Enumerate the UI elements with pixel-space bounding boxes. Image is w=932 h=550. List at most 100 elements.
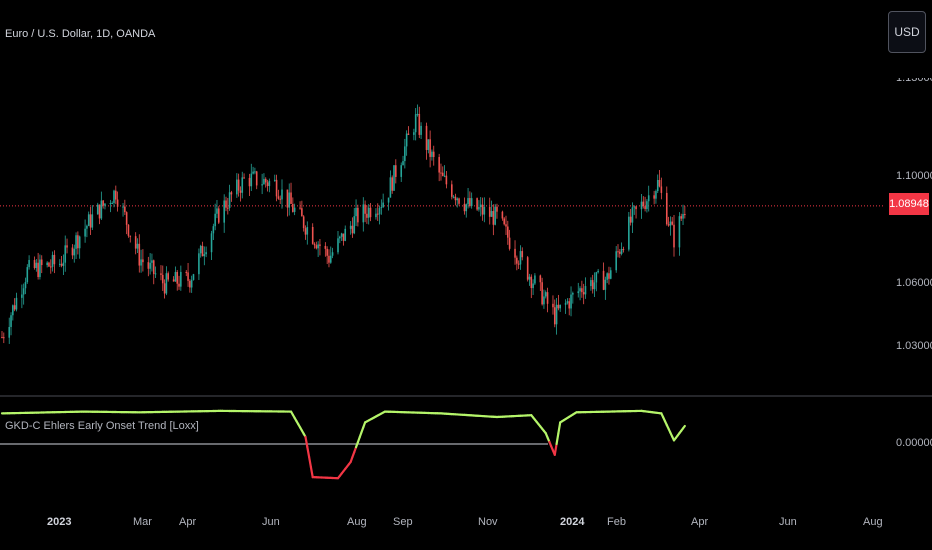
- candle-body: [59, 263, 61, 265]
- candle-body: [91, 214, 94, 228]
- candle-body: [432, 151, 435, 158]
- candle-body: [89, 214, 92, 228]
- candle-body: [541, 282, 543, 305]
- candle-body: [516, 257, 518, 264]
- candle-body: [261, 184, 263, 186]
- candle-body: [250, 173, 253, 187]
- candle-body: [609, 270, 612, 279]
- y-axis-tick-partial: 1.13000: [896, 78, 932, 84]
- candle-body: [136, 243, 139, 249]
- candle-body: [40, 259, 43, 266]
- currency-button[interactable]: USD: [888, 11, 926, 53]
- candle-body: [534, 275, 536, 284]
- candle-body: [331, 252, 334, 256]
- candle-body: [364, 204, 366, 214]
- candle-body: [51, 254, 54, 267]
- candle-body: [635, 206, 637, 210]
- candle-body: [109, 203, 112, 205]
- candle-body: [530, 276, 533, 289]
- candle-body: [633, 206, 636, 208]
- candle-body: [543, 296, 545, 305]
- candle-body: [393, 165, 395, 191]
- candle-body: [608, 273, 610, 279]
- candle-body: [1, 337, 3, 338]
- candle-body: [590, 280, 592, 287]
- candle-body: [180, 271, 182, 287]
- symbol-title[interactable]: Euro / U.S. Dollar, 1D, OANDA: [5, 28, 155, 40]
- candle-body: [324, 245, 327, 249]
- candle-body: [671, 221, 673, 225]
- candle-body: [185, 271, 188, 273]
- candle-body: [328, 255, 330, 263]
- candle-body: [237, 179, 240, 191]
- candle-body: [239, 190, 242, 193]
- candle-body: [187, 272, 189, 281]
- time-axis-label: Jun: [779, 516, 797, 528]
- indicator-title[interactable]: GKD-C Ehlers Early Onset Trend [Loxx]: [5, 420, 199, 432]
- candle-body: [438, 157, 440, 173]
- trend-line-segment: [307, 455, 313, 469]
- candle-body: [395, 165, 397, 177]
- candle-body: [28, 260, 30, 268]
- candle-body: [286, 189, 289, 208]
- candle-body: [263, 178, 265, 185]
- candle-body: [340, 233, 343, 237]
- y-axis-tick: 1.03000: [896, 340, 932, 352]
- candle-body: [476, 198, 478, 210]
- chart-canvas[interactable]: [0, 0, 932, 550]
- candle-body: [441, 172, 444, 176]
- candle-body: [581, 288, 583, 293]
- candle-body: [642, 201, 645, 207]
- candle-body: [205, 252, 207, 255]
- candle-body: [86, 225, 88, 229]
- candle-body: [673, 224, 675, 248]
- candle-body: [445, 175, 448, 185]
- candle-body: [570, 294, 572, 309]
- candle-body: [559, 304, 561, 309]
- candle-body: [555, 304, 558, 325]
- candle-body: [667, 224, 670, 226]
- last-price-tag: 1.08948: [889, 193, 929, 215]
- time-axis-label: 2023: [47, 516, 72, 528]
- candle-body: [199, 245, 202, 254]
- candle-body: [66, 245, 68, 248]
- candle-body: [64, 245, 67, 263]
- candle-body: [456, 198, 459, 201]
- candle-body: [154, 273, 157, 275]
- candle-body: [367, 207, 370, 218]
- candle-body: [349, 225, 352, 229]
- candle-body: [481, 204, 484, 215]
- candle-body: [252, 171, 254, 174]
- candle-body: [407, 133, 410, 135]
- candle-body: [288, 192, 291, 208]
- candle-body: [243, 177, 245, 179]
- candle-body: [440, 172, 442, 174]
- candle-body: [254, 171, 256, 173]
- indicator-y-axis-tick: 0.00000: [896, 437, 932, 449]
- candle-body: [463, 203, 466, 212]
- candle-body: [212, 226, 215, 234]
- candle-body: [357, 207, 359, 223]
- candle-body: [122, 206, 124, 208]
- candle-body: [49, 266, 52, 268]
- candle-body: [628, 216, 630, 250]
- candle-body: [311, 226, 314, 244]
- candle-body: [351, 225, 354, 234]
- candle-body: [302, 216, 305, 229]
- trend-line-segment: [306, 445, 311, 459]
- candle-body: [24, 282, 27, 289]
- candle-body: [53, 254, 56, 265]
- candle-body: [304, 228, 307, 235]
- candle-body: [217, 208, 220, 223]
- y-axis-tick: 1.10000: [896, 170, 932, 182]
- candle-body: [369, 207, 372, 218]
- price-line-layer: [0, 205, 932, 445]
- candle-body: [656, 179, 659, 192]
- time-axis-label: Jun: [262, 516, 280, 528]
- candle-body: [465, 204, 468, 212]
- candle-body: [165, 273, 168, 294]
- candle-body: [494, 206, 496, 225]
- candle-body: [479, 204, 482, 208]
- time-axis-label: Aug: [863, 516, 883, 528]
- candle-body: [140, 259, 142, 266]
